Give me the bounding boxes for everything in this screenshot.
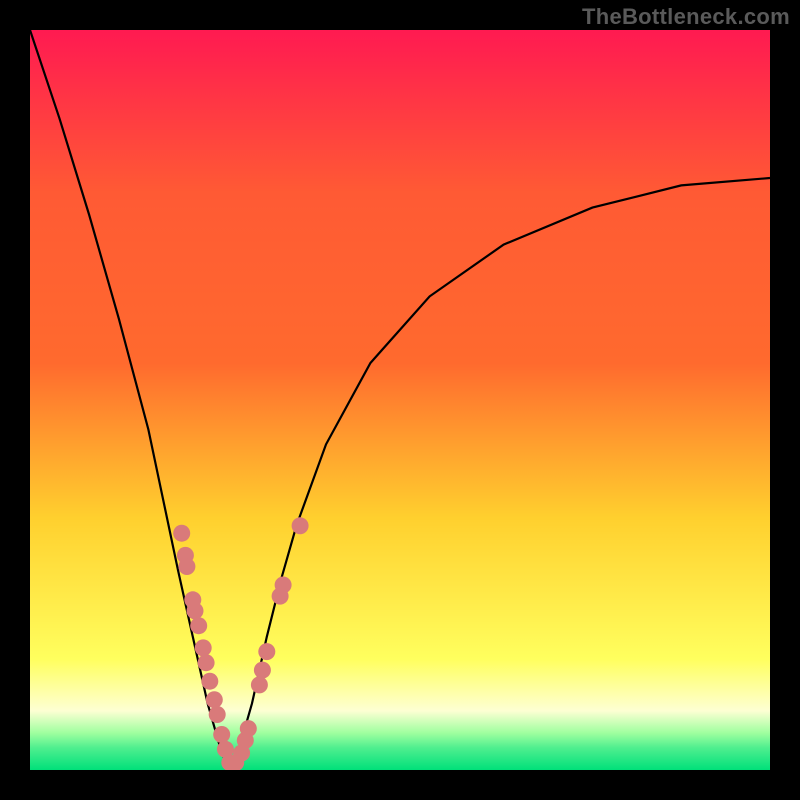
scatter-dot (254, 662, 271, 679)
scatter-dot (178, 558, 195, 575)
plot-area (30, 30, 770, 770)
scatter-dot (213, 726, 230, 743)
scatter-dot (190, 617, 207, 634)
scatter-dot (240, 720, 257, 737)
scatter-dot (173, 525, 190, 542)
chart-frame: TheBottleneck.com (0, 0, 800, 800)
scatter-dot (201, 673, 218, 690)
scatter-dot (292, 517, 309, 534)
scatter-dot (198, 654, 215, 671)
scatter-dot (275, 577, 292, 594)
scatter-dot (209, 706, 226, 723)
watermark-text: TheBottleneck.com (582, 4, 790, 30)
scatter-dot (206, 691, 223, 708)
scatter-dot (251, 676, 268, 693)
bottleneck-chart (30, 30, 770, 770)
scatter-dot (187, 602, 204, 619)
scatter-dot (195, 639, 212, 656)
scatter-dot (258, 643, 275, 660)
